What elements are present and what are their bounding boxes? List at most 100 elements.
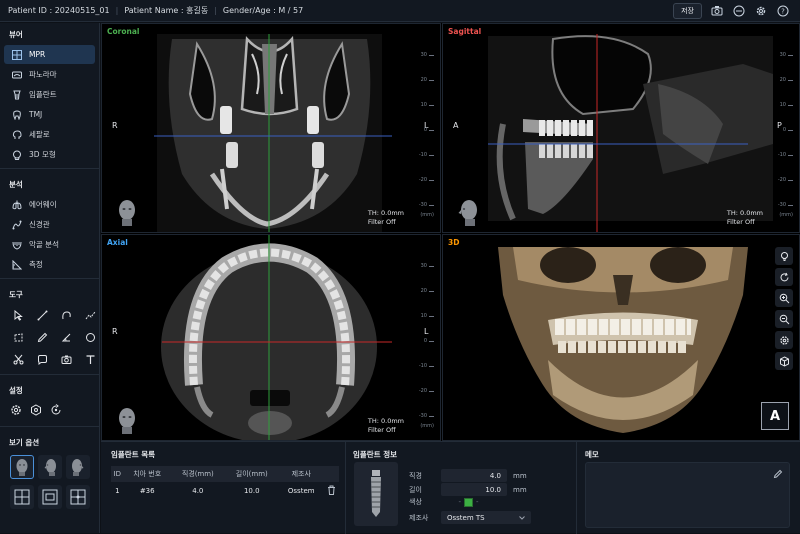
axial-viewport[interactable]: Axial R L 30 20 10 0 -10 -20 -30 (mm) TH… xyxy=(101,234,441,441)
ruler-unit: (mm) xyxy=(420,212,434,218)
layout-quad-icon[interactable] xyxy=(10,485,34,509)
layout-single-icon[interactable] xyxy=(38,485,62,509)
view-options-section-title: 보기 옵션 xyxy=(9,438,40,447)
sidebar-item-3d-model[interactable]: 3D 모형 xyxy=(4,145,95,164)
jaw-analysis-icon xyxy=(12,241,22,250)
curve-icon[interactable] xyxy=(58,307,74,323)
thickness-text: TH: 0.0mm xyxy=(367,417,404,425)
lungs-icon xyxy=(12,200,22,209)
slice-info: TH: 0.0mm Filter Off xyxy=(727,209,763,227)
circle-minus-icon[interactable] xyxy=(732,4,746,18)
angle-icon[interactable] xyxy=(58,329,74,345)
sidebar-item-cephalo[interactable]: 세팔로 xyxy=(4,125,95,144)
coronal-viewport[interactable]: Coronal R L 30 20 10 0 -10 -20 -30 (mm) … xyxy=(101,23,441,233)
implant-screw-icon xyxy=(371,470,381,517)
cell-tooth: #36 xyxy=(139,487,155,495)
length-label: 길이 xyxy=(409,485,422,494)
sidebar-item-nerve[interactable]: 신경관 xyxy=(4,215,95,234)
rotate-icon[interactable] xyxy=(775,268,793,286)
head-front-icon[interactable] xyxy=(10,455,34,479)
pointer-icon[interactable] xyxy=(10,307,26,323)
head-right-icon[interactable] xyxy=(66,455,90,479)
tools-grid xyxy=(0,304,99,370)
col-header-length: 길이(mm) xyxy=(224,466,279,482)
head-orientation-icon[interactable] xyxy=(455,198,481,226)
layout-grid-icon[interactable] xyxy=(66,485,90,509)
sidebar-item-implant[interactable]: 임플란트 xyxy=(4,85,95,104)
implant-preview xyxy=(354,462,398,526)
line-icon[interactable] xyxy=(34,307,50,323)
save-button[interactable]: 저장 xyxy=(673,2,702,19)
zoom-in-icon[interactable] xyxy=(775,289,793,307)
sidebar-item-tmj[interactable]: TMJ xyxy=(4,105,95,124)
lasso-icon[interactable] xyxy=(10,329,26,345)
ruler-tick-label: 0 xyxy=(423,127,427,133)
length-unit: mm xyxy=(513,485,527,494)
length-input[interactable]: 10.0 xyxy=(441,483,507,496)
implant-icon xyxy=(13,90,21,99)
cube-icon[interactable] xyxy=(775,352,793,370)
head-orientation-icon[interactable] xyxy=(114,406,140,434)
settings-gear-icon[interactable] xyxy=(10,404,22,418)
annotation-icon[interactable] xyxy=(34,351,50,367)
snapshot-icon[interactable] xyxy=(58,351,74,367)
3d-viewport[interactable]: 3D A xyxy=(442,234,800,441)
table-row[interactable]: 1 #36 4.0 10.0 Osstem xyxy=(111,482,339,500)
reset-view-icon[interactable] xyxy=(50,404,62,418)
implant-info-title: 임플란트 정보 xyxy=(353,450,398,459)
cell-id: 1 xyxy=(115,487,120,495)
gear-icon[interactable] xyxy=(754,4,768,18)
maker-select[interactable]: Osstem TS xyxy=(441,511,531,524)
head-left-icon[interactable] xyxy=(38,455,62,479)
diameter-input[interactable]: 4.0 xyxy=(441,469,507,482)
tooth-icon xyxy=(13,110,21,120)
delete-icon[interactable] xyxy=(324,482,339,500)
preset-icon[interactable] xyxy=(30,404,42,418)
sidebar-item-measure[interactable]: 측정 xyxy=(4,255,95,274)
svg-text:?: ? xyxy=(781,7,785,15)
cell-length: 10.0 xyxy=(243,487,260,495)
polyline-icon[interactable] xyxy=(82,307,98,323)
color-swatch[interactable] xyxy=(464,497,473,507)
memo-textarea[interactable] xyxy=(585,462,790,528)
color-row: 색상 - - xyxy=(409,497,479,507)
ruler-tick-label: 10 xyxy=(779,102,786,108)
sagittal-viewport[interactable]: Sagittal A P 30 20 10 0 -10 -20 -30 (mm)… xyxy=(442,23,800,233)
zoom-out-icon[interactable] xyxy=(775,310,793,328)
sidebar-item-mpr[interactable]: MPR xyxy=(4,45,95,64)
color-decrement[interactable]: - xyxy=(441,498,461,506)
pen-icon[interactable] xyxy=(34,329,50,345)
ruler-tick-label: 20 xyxy=(779,77,786,83)
color-increment[interactable]: - xyxy=(476,498,479,506)
divider xyxy=(0,374,99,375)
scissors-icon[interactable] xyxy=(10,351,26,367)
head-orientation-icon[interactable] xyxy=(114,198,140,226)
settings-gear-icon[interactable] xyxy=(775,331,793,349)
sidebar-item-airway[interactable]: 에어웨이 xyxy=(4,195,95,214)
maker-row: 제조사 Osstem TS xyxy=(409,511,531,524)
filter-text: Filter Off xyxy=(367,218,396,226)
camera-icon[interactable] xyxy=(710,4,724,18)
text-icon[interactable] xyxy=(82,351,98,367)
light-bulb-icon[interactable] xyxy=(775,247,793,265)
ruler-tick-label: 0 xyxy=(782,127,786,133)
3d-label: 3D xyxy=(448,238,460,247)
implant-table: ID 치아 번호 직경(mm) 길이(mm) 제조사 1 #36 4.0 10.… xyxy=(111,466,339,500)
sidebar-item-jaw-analysis[interactable]: 악골 분석 xyxy=(4,235,95,254)
axial-ct-image xyxy=(161,235,392,440)
ruler-tick-label: 20 xyxy=(420,288,427,294)
help-icon[interactable]: ? xyxy=(776,4,790,18)
sidebar: 뷰어 MPR 파노라마 임플란트 TMJ 세팔로 3D 모형 분석 에어웨이 신… xyxy=(0,23,100,533)
col-header-tooth: 치아 번호 xyxy=(123,466,171,482)
circle-icon[interactable] xyxy=(82,329,98,345)
sidebar-item-panorama[interactable]: 파노라마 xyxy=(4,65,95,84)
sidebar-item-label: 임플란트 xyxy=(29,90,57,99)
ruler-tick-label: -10 xyxy=(418,363,427,369)
coronal-label: Coronal xyxy=(107,27,140,36)
orientation-cube[interactable]: A xyxy=(761,402,789,430)
coronal-ct-image xyxy=(154,34,392,232)
patient-id: Patient ID : 20240515_01 xyxy=(8,6,110,15)
edit-pencil-icon[interactable] xyxy=(773,469,783,479)
diameter-unit: mm xyxy=(513,471,527,480)
ruler: 30 20 10 0 -10 -20 -30 (mm) xyxy=(410,52,434,218)
